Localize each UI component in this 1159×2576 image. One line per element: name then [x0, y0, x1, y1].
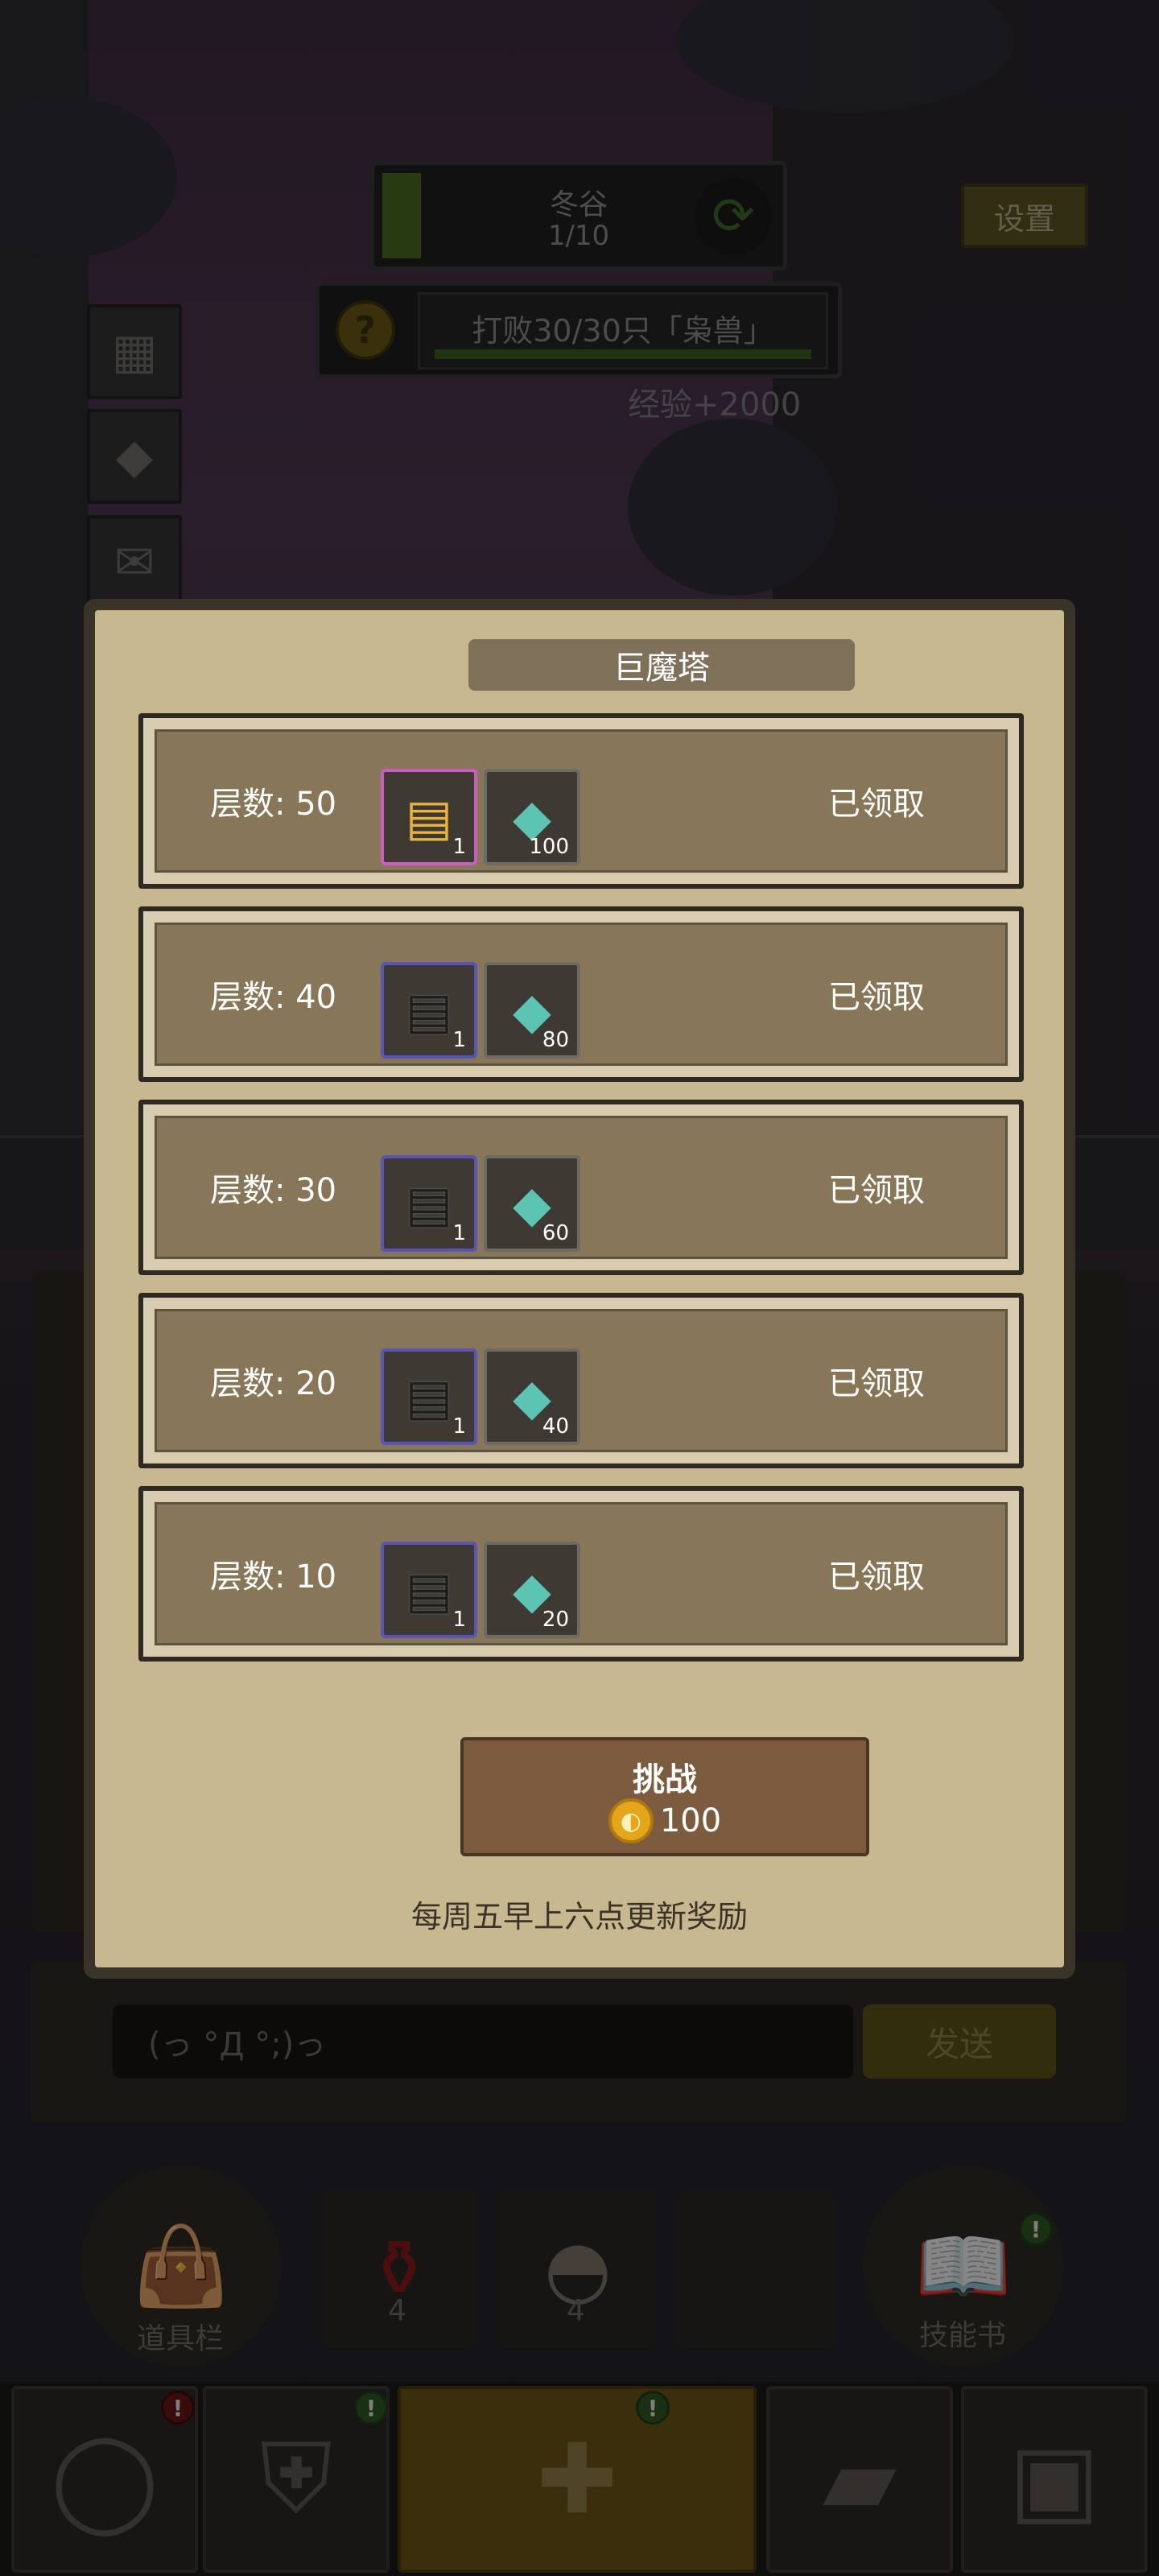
reward-row: 层数: 40 ▤ 1 ◆ 80 已领取: [138, 906, 1024, 1082]
row-body: 层数: 20 ▤ 1 ◆ 40 已领取: [155, 1309, 1008, 1452]
floor-label: 层数: 20: [210, 1365, 337, 1402]
cost-value: 100: [659, 1802, 722, 1839]
gem-qty: 60: [542, 1221, 569, 1245]
chest-slot[interactable]: ▤ 1: [381, 1155, 477, 1252]
gem-qty: 40: [542, 1414, 569, 1439]
claim-status: 已领取: [828, 979, 925, 1016]
floor-label: 层数: 30: [210, 1172, 337, 1209]
gem-slot[interactable]: ◆ 60: [484, 1155, 580, 1252]
gem-qty: 100: [529, 835, 569, 859]
claim-status: 已领取: [828, 786, 925, 823]
row-frame: 层数: 50 ▤ 1 ◆ 100 已领取: [143, 718, 1019, 884]
gem-slot[interactable]: ◆ 40: [484, 1348, 580, 1445]
dialog-body: 巨魔塔 层数: 50 ▤ 1 ◆ 100 已领取 层数: 40 ▤ 1 ◆ 80…: [95, 610, 1064, 1967]
reward-row: 层数: 10 ▤ 1 ◆ 20 已领取: [138, 1486, 1024, 1662]
dialog-title: 巨魔塔: [468, 639, 855, 691]
challenge-button[interactable]: 挑战 ◐ 100: [460, 1737, 869, 1856]
challenge-cost: ◐ 100: [464, 1798, 866, 1843]
row-frame: 层数: 30 ▤ 1 ◆ 60 已领取: [143, 1104, 1019, 1270]
chest-slot[interactable]: ▤ 1: [381, 962, 477, 1059]
gem-slot[interactable]: ◆ 20: [484, 1542, 580, 1638]
chest-slot[interactable]: ▤ 1: [381, 1348, 477, 1445]
gem-slot[interactable]: ◆ 80: [484, 962, 580, 1059]
tower-reward-dialog: 巨魔塔 层数: 50 ▤ 1 ◆ 100 已领取 层数: 40 ▤ 1 ◆ 80…: [84, 599, 1075, 1979]
row-body: 层数: 40 ▤ 1 ◆ 80 已领取: [155, 923, 1008, 1066]
row-body: 层数: 50 ▤ 1 ◆ 100 已领取: [155, 729, 1008, 873]
gem-qty: 80: [542, 1028, 569, 1052]
gem-slot[interactable]: ◆ 100: [484, 769, 580, 865]
reward-row: 层数: 50 ▤ 1 ◆ 100 已领取: [138, 713, 1024, 889]
chest-slot[interactable]: ▤ 1: [381, 1542, 477, 1638]
reward-row: 层数: 20 ▤ 1 ◆ 40 已领取: [138, 1293, 1024, 1468]
chest-qty: 1: [452, 1414, 466, 1439]
claim-status: 已领取: [828, 1172, 925, 1209]
coin-icon: ◐: [608, 1798, 654, 1843]
row-frame: 层数: 20 ▤ 1 ◆ 40 已领取: [143, 1298, 1019, 1463]
reward-row: 层数: 30 ▤ 1 ◆ 60 已领取: [138, 1100, 1024, 1275]
floor-label: 层数: 10: [210, 1558, 337, 1596]
row-frame: 层数: 40 ▤ 1 ◆ 80 已领取: [143, 911, 1019, 1077]
row-frame: 层数: 10 ▤ 1 ◆ 20 已领取: [143, 1491, 1019, 1657]
challenge-label: 挑战: [633, 1761, 697, 1798]
gem-qty: 20: [542, 1608, 569, 1632]
refresh-note: 每周五早上六点更新奖励: [410, 1899, 748, 1934]
chest-qty: 1: [452, 1608, 466, 1632]
chest-slot[interactable]: ▤ 1: [381, 769, 477, 865]
chest-qty: 1: [452, 1028, 466, 1052]
floor-label: 层数: 50: [210, 786, 337, 823]
chest-qty: 1: [452, 835, 466, 859]
claim-status: 已领取: [828, 1365, 925, 1402]
chest-qty: 1: [452, 1221, 466, 1245]
floor-label: 层数: 40: [210, 979, 337, 1016]
row-body: 层数: 10 ▤ 1 ◆ 20 已领取: [155, 1502, 1008, 1645]
row-body: 层数: 30 ▤ 1 ◆ 60 已领取: [155, 1116, 1008, 1259]
claim-status: 已领取: [828, 1558, 925, 1596]
